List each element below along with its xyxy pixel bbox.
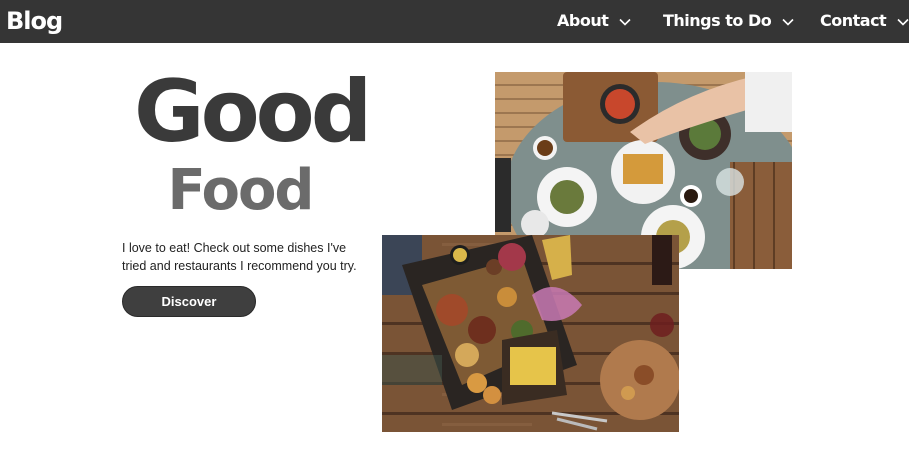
hero-subtitle: Food <box>167 158 314 223</box>
brand-logo[interactable]: Blog <box>6 6 63 36</box>
nav-item-label: Things to Do <box>663 11 772 30</box>
chevron-down-icon <box>782 18 794 26</box>
hero-title: Good <box>134 62 372 162</box>
nav-item-about[interactable]: About <box>557 9 632 33</box>
top-navbar: Blog About Things to Do Contact <box>0 0 909 43</box>
hero-description: I love to eat! Check out some dishes I'v… <box>122 241 357 273</box>
nav-item-contact[interactable]: Contact <box>820 9 909 33</box>
nav-item-label: Contact <box>820 11 887 30</box>
chevron-down-icon <box>897 18 909 26</box>
discover-button[interactable]: Discover <box>122 286 256 317</box>
food-platter-photo <box>382 235 679 432</box>
nav-item-things-to-do[interactable]: Things to Do <box>663 9 794 33</box>
nav-item-label: About <box>557 11 609 30</box>
chevron-down-icon <box>619 18 632 26</box>
